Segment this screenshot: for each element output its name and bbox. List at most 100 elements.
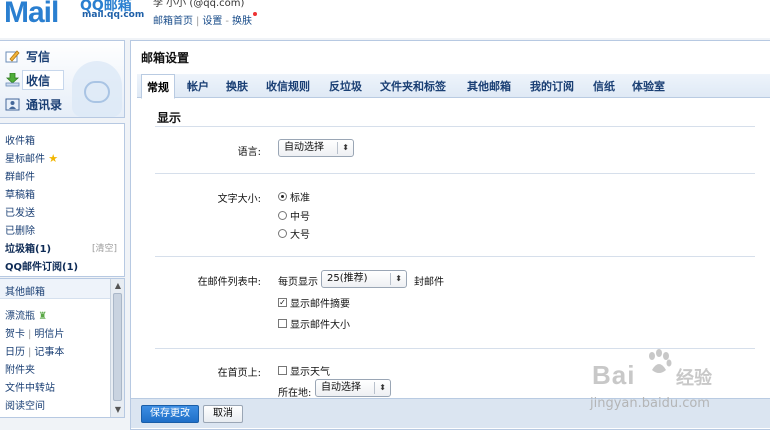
home-settings-label: 在首页上: <box>217 368 261 379</box>
tab-anti-spam[interactable]: 反垃圾 <box>329 78 362 94</box>
pencil-icon <box>4 49 20 63</box>
folder-deleted[interactable]: 已删除 <box>5 222 35 237</box>
other-services: 其他邮箱 漂流瓶 ♜ 贺卡 | 明信片 日历 | 记事本 附件夹 文件中转站 阅读空间 … <box>0 278 125 418</box>
top-links: 邮箱首页 | 设置 - 换肤 <box>153 12 257 27</box>
cancel-button[interactable]: 取消 <box>203 405 243 423</box>
attachments-link[interactable]: 附件夹 <box>5 361 35 376</box>
link-separator: - <box>225 16 229 27</box>
checkbox-checked-icon[interactable]: ✓ <box>278 298 287 307</box>
folder-starred[interactable]: 星标邮件 ★ <box>5 150 58 165</box>
language-label: 语言: <box>237 147 261 158</box>
watermark-jingyan: 经验 <box>676 368 712 389</box>
greeting-card-link[interactable]: 贺卡 <box>5 329 25 340</box>
reading-space-link[interactable]: 阅读空间 <box>5 397 45 412</box>
radio-selected-icon[interactable] <box>278 192 287 201</box>
list-settings-label: 在邮件列表中: <box>197 277 261 288</box>
contacts-button[interactable]: 通讯录 <box>4 94 62 114</box>
tab-general[interactable]: 常规 <box>141 74 175 99</box>
radio-icon[interactable] <box>278 211 287 220</box>
settings-tabs: 常规 帐户 换肤 收信规则 反垃圾 文件夹和标签 其他邮箱 我的订阅 信纸 体验… <box>137 74 770 99</box>
write-button[interactable]: 写信 <box>4 46 50 66</box>
language-select[interactable]: 自动选择 ⬍ <box>278 139 354 157</box>
show-summary-option[interactable]: ✓ 显示邮件摘要 <box>278 295 350 310</box>
font-large-option[interactable]: 大号 <box>278 226 310 241</box>
user-account: 李 小小 (@qq.com) <box>153 0 245 9</box>
link-skin[interactable]: 换肤 <box>232 16 252 27</box>
other-mailboxes-link[interactable]: 其他邮箱 <box>5 283 45 298</box>
inbox-download-icon <box>4 73 20 87</box>
font-medium-label: 中号 <box>290 212 310 223</box>
notes-link[interactable]: 记事本 <box>34 347 64 358</box>
logo-mail-text: Mail <box>4 0 59 29</box>
language-select-value: 自动选择 <box>284 142 324 153</box>
per-page-text: 每页显示 <box>278 277 318 288</box>
mascot-face-decoration <box>84 81 110 103</box>
scroll-up-icon[interactable]: ▲ <box>113 281 123 291</box>
location-select[interactable]: 自动选择 ⬍ <box>315 379 391 397</box>
folder-sent[interactable]: 已发送 <box>5 204 35 219</box>
save-button[interactable]: 保存更改 <box>141 405 199 423</box>
item-separator: | <box>28 347 32 358</box>
receive-label: 收信 <box>26 73 51 88</box>
show-size-option[interactable]: 显示邮件大小 <box>278 316 350 331</box>
page-title: 邮箱设置 <box>141 51 190 65</box>
checkbox-icon[interactable] <box>278 366 287 375</box>
show-size-label: 显示邮件大小 <box>290 320 350 331</box>
drift-bottle-label: 漂流瓶 <box>5 311 35 322</box>
sidebar-scrollbar[interactable]: ▲ ▼ <box>110 279 124 417</box>
link-mail-home[interactable]: 邮箱首页 <box>153 16 193 27</box>
font-size-label: 文字大小: <box>217 194 261 205</box>
link-settings[interactable]: 设置 <box>202 16 222 27</box>
tab-receive-rules[interactable]: 收信规则 <box>266 78 310 94</box>
select-divider <box>337 142 338 154</box>
location-label: 所在地: <box>278 388 312 399</box>
divider <box>155 126 755 127</box>
qq-mail-logo[interactable]: Mail QQ邮箱 mail.qq.com <box>0 0 145 34</box>
tab-other-mailboxes[interactable]: 其他邮箱 <box>467 78 511 94</box>
radio-icon[interactable] <box>278 229 287 238</box>
drift-bottle-item[interactable]: 漂流瓶 ♜ <box>5 307 47 322</box>
tab-lab[interactable]: 体验室 <box>632 78 665 94</box>
location-select-value: 自动选择 <box>321 382 361 393</box>
tab-my-subscriptions[interactable]: 我的订阅 <box>530 78 574 94</box>
tab-accounts[interactable]: 帐户 <box>187 78 209 94</box>
contacts-label: 通讯录 <box>26 97 63 112</box>
tab-skin[interactable]: 换肤 <box>226 78 248 94</box>
checkbox-icon[interactable] <box>278 319 287 328</box>
clear-spam-link[interactable]: [清空] <box>92 241 117 254</box>
folder-group[interactable]: 群邮件 <box>5 168 35 183</box>
star-icon: ★ <box>48 152 59 165</box>
folder-spam[interactable]: 垃圾箱(1) <box>5 240 51 255</box>
divider <box>155 173 755 174</box>
folder-subscriptions[interactable]: QQ邮件订阅(1) <box>5 258 78 273</box>
address-book-icon <box>4 97 20 111</box>
settings-panel: 邮箱设置 常规 帐户 换肤 收信规则 反垃圾 文件夹和标签 其他邮箱 我的订阅 … <box>130 40 770 430</box>
tab-folders-labels[interactable]: 文件夹和标签 <box>380 78 446 94</box>
calendar-link[interactable]: 日历 <box>5 347 25 358</box>
font-standard-label: 标准 <box>290 193 310 204</box>
folder-list: 收件箱 星标邮件 ★ 群邮件 草稿箱 已发送 已删除 垃圾箱(1) [清空] Q… <box>0 123 125 277</box>
write-label: 写信 <box>26 49 51 64</box>
link-separator: | <box>196 16 200 27</box>
updown-arrow-icon: ⬍ <box>342 143 349 152</box>
scroll-down-icon[interactable]: ▼ <box>113 405 123 415</box>
divider <box>155 256 755 257</box>
font-standard-option[interactable]: 标准 <box>278 189 310 204</box>
folder-drafts[interactable]: 草稿箱 <box>5 186 35 201</box>
per-page-select-value: 25(推荐) <box>327 273 368 284</box>
select-divider <box>390 273 391 285</box>
select-divider <box>374 382 375 394</box>
tab-stationery[interactable]: 信纸 <box>593 78 615 94</box>
show-weather-label: 显示天气 <box>290 367 330 378</box>
per-page-select[interactable]: 25(推荐) ⬍ <box>321 270 407 288</box>
folder-inbox[interactable]: 收件箱 <box>5 132 35 147</box>
watermark-url: jingyan.baidu.com <box>590 396 710 411</box>
postcard-link[interactable]: 明信片 <box>34 329 64 340</box>
calendar-notes-item: 日历 | 记事本 <box>5 343 64 358</box>
receive-button[interactable]: 收信 <box>4 70 50 90</box>
show-weather-option[interactable]: 显示天气 <box>278 363 330 378</box>
item-separator: | <box>28 329 32 340</box>
font-medium-option[interactable]: 中号 <box>278 208 310 223</box>
file-transfer-link[interactable]: 文件中转站 <box>5 379 55 394</box>
scrollbar-thumb[interactable] <box>113 293 122 401</box>
